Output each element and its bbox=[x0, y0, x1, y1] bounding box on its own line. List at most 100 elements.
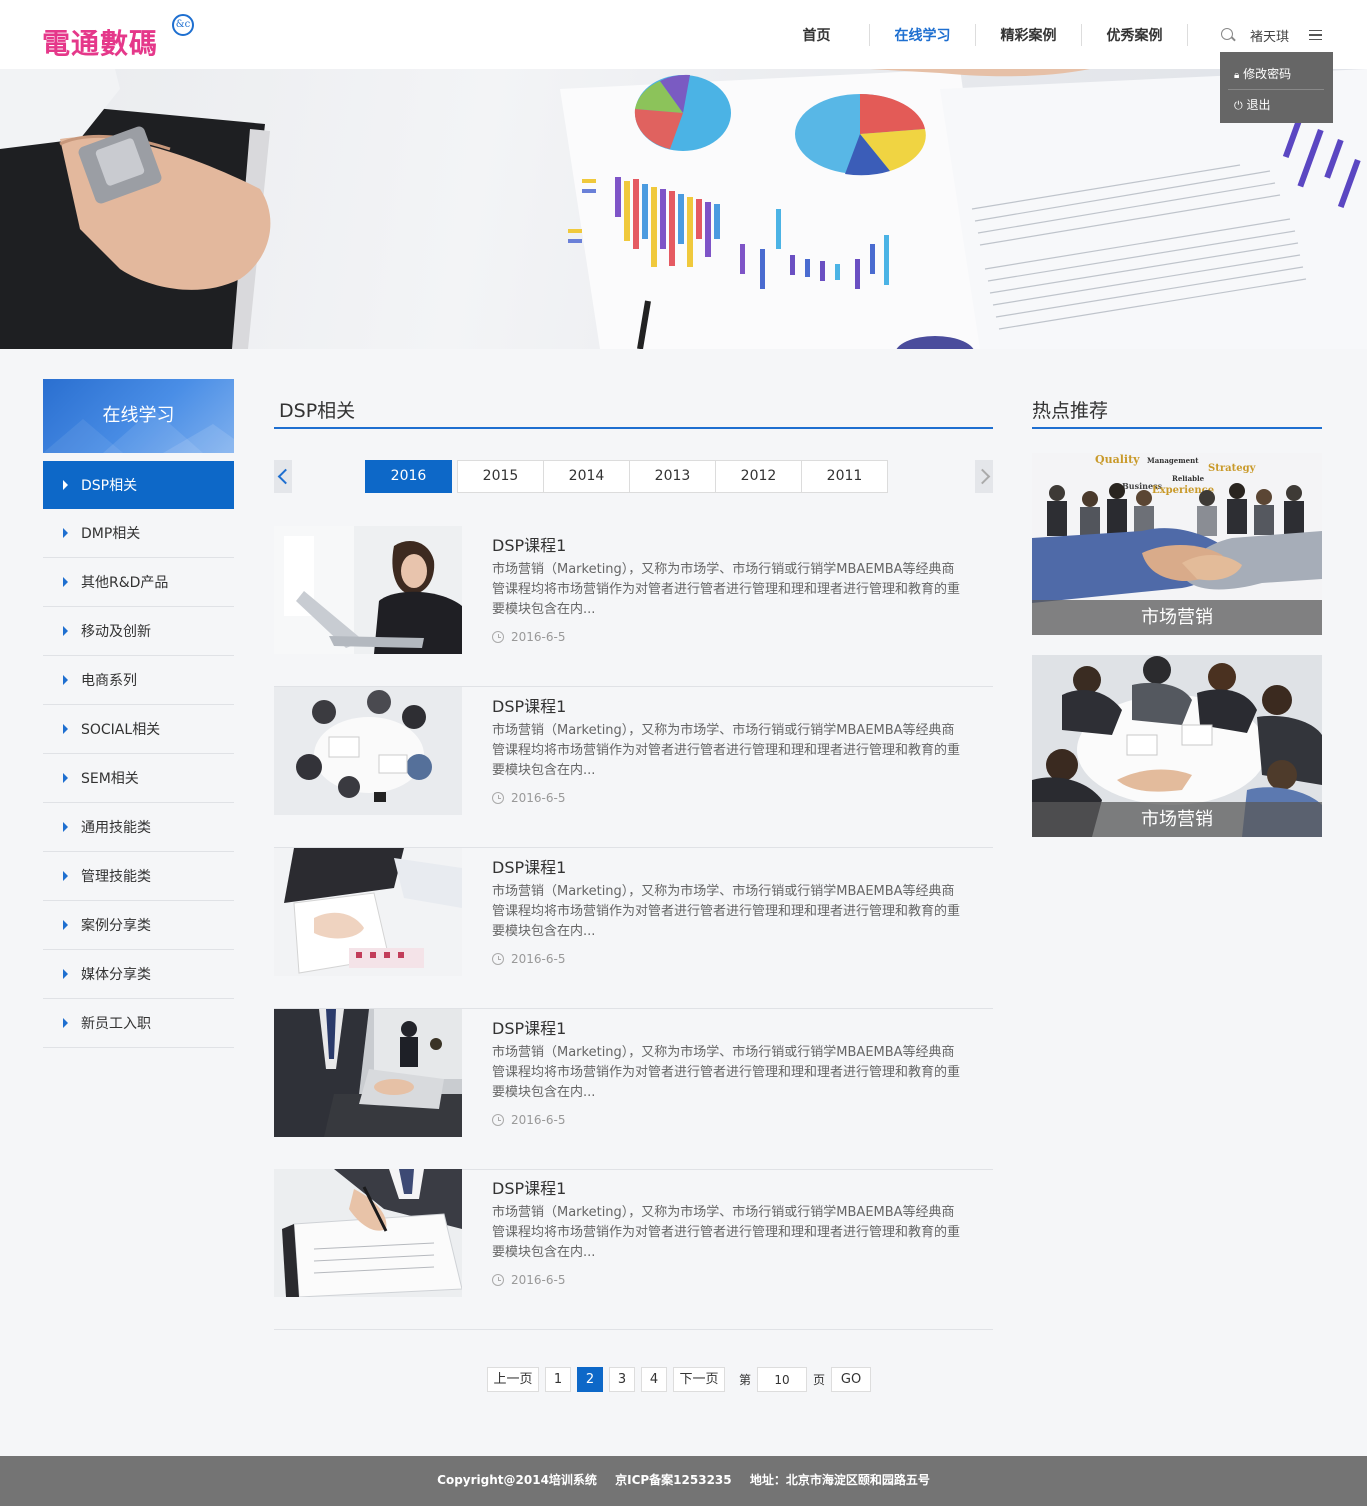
nav-home[interactable]: 首页 bbox=[764, 25, 869, 45]
course-description: 市场营销（Marketing），又称为市场学、市场行销或行销学MBAEMBA等经… bbox=[492, 1045, 961, 1100]
hero-banner bbox=[0, 69, 1367, 349]
user-dropdown-menu: 🔒︎ 修改密码 ⏻ 退出 bbox=[1220, 52, 1333, 123]
course-list-item: DSP课程1 市场营销（Marketing），又称为市场学、市场行销或行销学MB… bbox=[274, 1009, 993, 1170]
footer-address: 地址：北京市海淀区颐和园路五号 bbox=[749, 1473, 930, 1487]
course-list-item: DSP课程1 市场营销（Marketing），又称为市场学、市场行销或行销学MB… bbox=[274, 1169, 993, 1330]
course-description: 市场营销（Marketing），又称为市场学、市场行销或行销学MBAEMBA等经… bbox=[492, 723, 961, 778]
sidebar-item-label: 新员工入职 bbox=[81, 1016, 151, 1032]
course-date: 2016-6-5 bbox=[492, 630, 565, 644]
sidebar-item-label: SOCIAL相关 bbox=[81, 722, 161, 738]
sidebar-item-media-sharing[interactable]: 媒体分享类 bbox=[43, 950, 234, 999]
page-2-button[interactable]: 2 bbox=[577, 1367, 603, 1392]
course-thumbnail-image bbox=[274, 1009, 462, 1137]
overlay-word: Strategy bbox=[1208, 463, 1257, 474]
sidebar-item-general-skills[interactable]: 通用技能类 bbox=[43, 803, 234, 852]
course-title[interactable]: DSP课程1 bbox=[492, 693, 566, 717]
go-button[interactable]: GO bbox=[831, 1367, 872, 1392]
clock-icon bbox=[492, 1114, 504, 1126]
course-thumbnail-image bbox=[274, 687, 462, 815]
logout-item[interactable]: ⏻ 退出 bbox=[1234, 96, 1271, 113]
course-thumbnail-image bbox=[274, 526, 462, 654]
footer-copyright: Copyright@2014培训系统 bbox=[437, 1473, 597, 1487]
goto-prefix: 第 bbox=[739, 1373, 752, 1387]
overlay-word: Quality bbox=[1095, 453, 1140, 466]
caret-right-icon bbox=[63, 871, 68, 881]
course-thumbnail[interactable] bbox=[274, 526, 462, 654]
search-icon[interactable] bbox=[1221, 28, 1233, 40]
username[interactable]: 褚天琪 bbox=[1250, 26, 1289, 45]
sidebar-item-label: 通用技能类 bbox=[81, 820, 151, 836]
caret-right-icon bbox=[63, 577, 68, 587]
main-nav: 首页 在线学习 精彩案例 优秀案例 bbox=[764, 0, 1188, 69]
course-thumbnail[interactable] bbox=[274, 1169, 462, 1297]
page-4-button[interactable]: 4 bbox=[641, 1367, 667, 1392]
year-next-arrow-icon[interactable] bbox=[975, 460, 993, 493]
year-tab-2013[interactable]: 2013 bbox=[629, 460, 716, 493]
year-tab-2016[interactable]: 2016 bbox=[365, 460, 452, 493]
course-date-label: 2016-6-5 bbox=[511, 630, 566, 644]
change-password-item[interactable]: 🔒︎ 修改密码 bbox=[1234, 65, 1291, 82]
site-logo[interactable]: 電通數碼 bbox=[42, 22, 158, 62]
power-icon: ⏻ bbox=[1234, 99, 1243, 112]
sidebar-item-mobile-innovation[interactable]: 移动及创新 bbox=[43, 607, 234, 656]
hot-item[interactable]: 市场营销 bbox=[1032, 655, 1322, 837]
sidebar-item-dsp[interactable]: DSP相关 bbox=[43, 461, 234, 509]
course-thumbnail-image bbox=[274, 848, 462, 976]
clock-icon bbox=[492, 953, 504, 965]
course-title[interactable]: DSP课程1 bbox=[492, 532, 566, 556]
menu-icon[interactable] bbox=[1309, 30, 1322, 40]
goto-suffix: 页 bbox=[813, 1373, 826, 1387]
sidebar-item-label: 媒体分享类 bbox=[81, 967, 151, 983]
sidebar-item-social[interactable]: SOCIAL相关 bbox=[43, 705, 234, 754]
sidebar-item-new-employee[interactable]: 新员工入职 bbox=[43, 999, 234, 1048]
course-description: 市场营销（Marketing），又称为市场学、市场行销或行销学MBAEMBA等经… bbox=[492, 884, 961, 939]
sidebar-item-label: 管理技能类 bbox=[81, 869, 151, 885]
course-thumbnail[interactable] bbox=[274, 1009, 462, 1137]
next-page-button[interactable]: 下一页 bbox=[673, 1367, 725, 1392]
hot-item-caption: 市场营销 bbox=[1032, 600, 1322, 635]
course-thumbnail-image bbox=[274, 1169, 462, 1297]
course-title[interactable]: DSP课程1 bbox=[492, 1015, 566, 1039]
course-date: 2016-6-5 bbox=[492, 1273, 565, 1287]
sidebar-item-sem[interactable]: SEM相关 bbox=[43, 754, 234, 803]
clock-icon bbox=[492, 792, 504, 804]
year-tab-2015[interactable]: 2015 bbox=[457, 460, 544, 493]
sidebar-item-ecommerce[interactable]: 电商系列 bbox=[43, 656, 234, 705]
nav-featured-cases[interactable]: 精彩案例 bbox=[976, 25, 1081, 45]
course-date-label: 2016-6-5 bbox=[511, 952, 566, 966]
logo-badge-icon: &c bbox=[172, 14, 194, 36]
nav-online-learning[interactable]: 在线学习 bbox=[870, 25, 975, 45]
course-title[interactable]: DSP课程1 bbox=[492, 854, 566, 878]
prev-page-button[interactable]: 上一页 bbox=[487, 1367, 539, 1392]
sidebar-item-rd-products[interactable]: 其他R&D产品 bbox=[43, 558, 234, 607]
caret-right-icon bbox=[63, 969, 68, 979]
clock-icon bbox=[492, 631, 504, 643]
caret-right-icon bbox=[63, 480, 68, 490]
pagination: 上一页 1 2 3 4 下一页 第 页 GO bbox=[487, 1367, 877, 1392]
main-section-title: DSP相关 bbox=[279, 400, 356, 422]
sidebar-item-dmp[interactable]: DMP相关 bbox=[43, 509, 234, 558]
year-tab-2012[interactable]: 2012 bbox=[715, 460, 802, 493]
caret-right-icon bbox=[63, 1018, 68, 1028]
page-1-button[interactable]: 1 bbox=[545, 1367, 571, 1392]
hot-item[interactable]: Quality Management Strategy Business Rel… bbox=[1032, 453, 1322, 635]
year-prev-arrow-icon[interactable] bbox=[274, 460, 292, 493]
course-date-label: 2016-6-5 bbox=[511, 791, 566, 805]
caret-right-icon bbox=[63, 626, 68, 636]
course-title[interactable]: DSP课程1 bbox=[492, 1175, 566, 1199]
dropdown-divider bbox=[1228, 89, 1324, 90]
goto-page-input[interactable] bbox=[757, 1367, 808, 1392]
footer-icp[interactable]: 京ICP备案1253235 bbox=[615, 1473, 732, 1487]
year-tab-2014[interactable]: 2014 bbox=[543, 460, 630, 493]
sidebar-item-label: 电商系列 bbox=[81, 673, 137, 689]
clock-icon bbox=[492, 1274, 504, 1286]
sidebar-item-label: 移动及创新 bbox=[81, 624, 151, 640]
year-tab-2011[interactable]: 2011 bbox=[801, 460, 888, 493]
course-thumbnail[interactable] bbox=[274, 848, 462, 976]
nav-excellent-cases[interactable]: 优秀案例 bbox=[1082, 25, 1187, 45]
sidebar-item-label: 案例分享类 bbox=[81, 918, 151, 934]
sidebar-item-case-sharing[interactable]: 案例分享类 bbox=[43, 901, 234, 950]
page-3-button[interactable]: 3 bbox=[609, 1367, 635, 1392]
course-thumbnail[interactable] bbox=[274, 687, 462, 815]
sidebar-item-management-skills[interactable]: 管理技能类 bbox=[43, 852, 234, 901]
